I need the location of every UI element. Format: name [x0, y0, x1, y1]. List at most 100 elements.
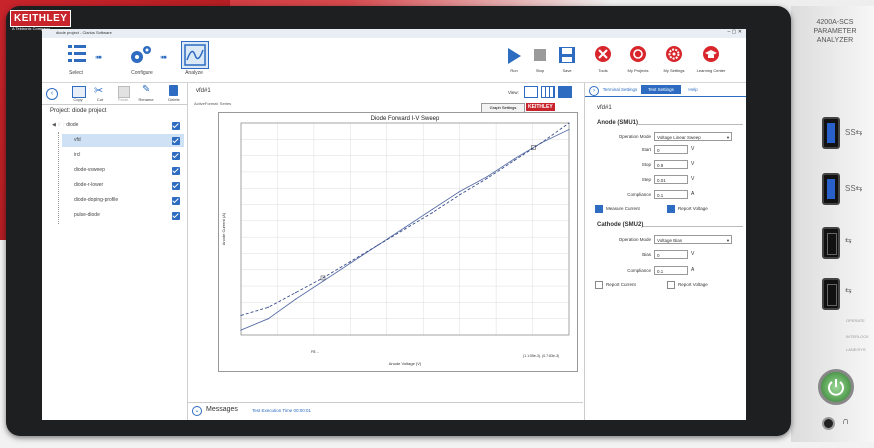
arrow-right-icon: ➠: [95, 52, 103, 62]
usb-port-1[interactable]: [822, 117, 840, 149]
chart-area[interactable]: Diode Forward I-V Sweep Anode Voltage (V)…: [218, 112, 578, 372]
stop-input[interactable]: 0.9: [654, 160, 688, 169]
collapse-panel-button[interactable]: ‹: [46, 88, 58, 100]
step-input[interactable]: 0.01: [654, 175, 688, 184]
data-point: [459, 190, 461, 193]
usb-port-4[interactable]: [822, 278, 840, 310]
chart-svg: Diode Forward I-V Sweep Anode Voltage (V)…: [221, 116, 570, 366]
view-grid-icon[interactable]: [541, 86, 555, 98]
rename-label: Rename: [138, 97, 154, 102]
scissors-icon[interactable]: ✂: [94, 84, 103, 97]
series-line-2: [240, 122, 570, 316]
tree-checkbox[interactable]: [172, 182, 180, 190]
audio-jack[interactable]: [822, 417, 835, 430]
power-icon: [828, 379, 844, 396]
run-button[interactable]: [506, 47, 522, 70]
tree-checkbox[interactable]: [172, 212, 180, 220]
gears-icon: [131, 46, 151, 63]
chevron-down-icon: ▼: [726, 135, 730, 140]
analyze-chart-icon: [184, 44, 206, 66]
model-subtitle: PARAMETER ANALYZER: [813, 28, 857, 44]
bias-input[interactable]: 0: [654, 250, 688, 259]
bias-label: Bias: [642, 252, 651, 257]
tree-item-label: diode-vsweep: [74, 167, 105, 173]
tree-checkbox[interactable]: [172, 167, 180, 175]
graduation-cap-icon: [705, 50, 717, 58]
stop-label: Stop: [641, 162, 651, 167]
compliance-input[interactable]: 0.1: [654, 190, 688, 199]
tree-checkbox[interactable]: [172, 122, 180, 130]
cut-label: Cut: [96, 97, 104, 102]
report-voltage-checkbox[interactable]: [667, 205, 675, 213]
anode-mode-select[interactable]: Voltage Linear Sweep ▼: [654, 132, 732, 141]
tools-button[interactable]: [595, 46, 611, 62]
data-point: [404, 228, 406, 230]
my-projects-label: My Projects: [627, 68, 649, 73]
configure-step[interactable]: [128, 43, 154, 67]
config-test-name: vfd#1: [597, 105, 612, 111]
data-point: [486, 176, 488, 178]
config-panel: › Terminal Settings Test Settings Help v…: [584, 83, 746, 420]
cursor-readout: (1.1:55e-3), (0.7:83e-3): [523, 354, 559, 358]
my-projects-button[interactable]: [630, 46, 646, 62]
execution-time: Test Execution Time 00:00:01: [252, 408, 312, 413]
cathode-mode-select[interactable]: Voltage Bias ▼: [654, 235, 732, 244]
start-label: Start: [641, 147, 651, 152]
analyze-step[interactable]: [181, 41, 209, 69]
panel-toggle-icon[interactable]: ›: [589, 86, 599, 96]
data-point: [404, 226, 406, 228]
tree-item-ircl[interactable]: ircl: [62, 149, 184, 162]
learning-center-button[interactable]: [703, 46, 719, 62]
floppy-icon: [559, 47, 575, 63]
tree-item-diode-doping-profile[interactable]: diode-doping-profile: [62, 194, 184, 207]
start-input[interactable]: 0: [654, 145, 688, 154]
data-point: [377, 244, 379, 246]
toolbar: Select ➠ Configure ➠ Analyze Run Stop Sa…: [42, 38, 746, 83]
tree-item-diode-vsweep[interactable]: diode-vsweep: [62, 164, 184, 177]
chart-title: Diode Forward I-V Sweep: [371, 116, 440, 122]
y-axis-label: Anode Current (A): [221, 212, 226, 245]
measure-current-checkbox[interactable]: [595, 205, 603, 213]
trash-icon[interactable]: [169, 85, 178, 96]
divider: [42, 104, 187, 105]
window-controls[interactable]: – ▢ ✕: [728, 29, 742, 35]
pencil-icon[interactable]: ✎: [142, 84, 150, 95]
tree-checkbox[interactable]: [172, 152, 180, 160]
save-button[interactable]: [558, 46, 576, 69]
usb-port-2[interactable]: [822, 173, 840, 205]
projects-icon: [633, 49, 643, 59]
select-step[interactable]: [66, 42, 88, 68]
section-line: [643, 226, 743, 227]
stop-button[interactable]: [533, 48, 547, 67]
tree-checkbox[interactable]: [172, 197, 180, 205]
tab-terminal-settings[interactable]: Terminal Settings: [601, 85, 639, 94]
copy-label: Copy: [73, 97, 83, 102]
view-table-icon[interactable]: [524, 86, 538, 98]
expand-messages-icon[interactable]: ⌄: [192, 406, 202, 416]
data-point: [295, 298, 297, 300]
led-lane: LANE/SYS: [846, 347, 866, 352]
my-settings-button[interactable]: [666, 46, 682, 62]
data-point: [349, 261, 351, 263]
report-current-checkbox[interactable]: [595, 281, 603, 289]
tree-item-diode-r-lower[interactable]: diode-r-lower: [62, 179, 184, 192]
power-button[interactable]: [818, 369, 854, 405]
report-voltage-label: Report Voltage: [678, 206, 708, 211]
cathode-compliance-input[interactable]: 0.1: [654, 266, 688, 275]
tab-help[interactable]: Help: [683, 85, 703, 94]
usb-port-3[interactable]: [822, 227, 840, 259]
cathode-report-voltage-checkbox[interactable]: [667, 281, 675, 289]
tree-root-diode[interactable]: ◀ 🗁 diode: [52, 119, 184, 132]
tree-item-label: ircl: [74, 152, 81, 158]
project-label: Project: diode project: [50, 108, 107, 114]
project-tree-panel: ‹ Copy ✂ Cut Paste ✎ Rename Delete Proje…: [42, 83, 188, 420]
data-point: [513, 158, 515, 160]
data-point: [431, 212, 433, 214]
section-line: [637, 124, 743, 125]
tree-item-vfd[interactable]: vfd: [62, 134, 184, 147]
tree-item-pulse-diode[interactable]: pulse-diode: [62, 209, 184, 222]
tree-checkbox[interactable]: [172, 137, 180, 145]
led-interlock: INTERLOCK: [846, 334, 869, 339]
view-graph-icon[interactable]: [558, 86, 572, 98]
tab-test-settings[interactable]: Test Settings: [641, 85, 681, 94]
